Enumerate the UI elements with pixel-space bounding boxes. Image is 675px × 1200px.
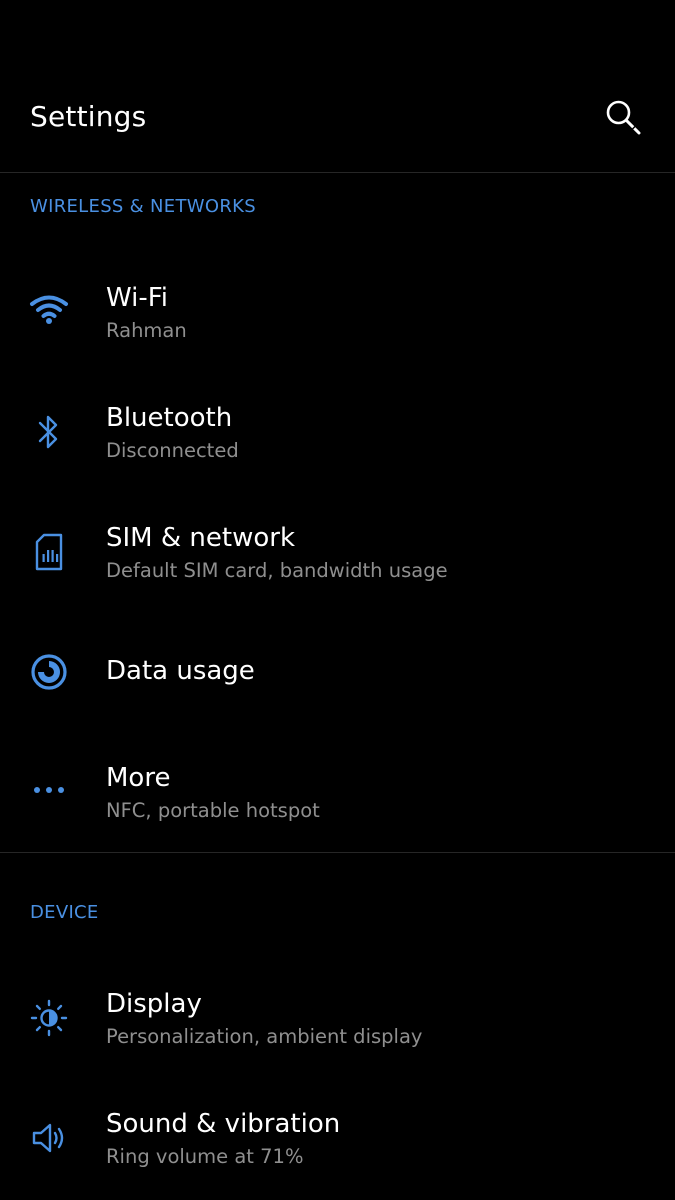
settings-item-title: Sound & vibration (106, 1109, 341, 1139)
volume-icon (26, 1115, 72, 1161)
settings-item-bluetooth[interactable]: Bluetooth Disconnected (0, 375, 675, 485)
settings-item-title: Display (106, 989, 202, 1019)
sim-card-icon (26, 529, 72, 575)
settings-item-title: Wi-Fi (106, 283, 169, 313)
wifi-icon (26, 287, 72, 333)
search-button[interactable] (596, 90, 652, 146)
settings-item-subtitle: Personalization, ambient display (106, 1025, 423, 1048)
data-usage-icon (26, 649, 72, 695)
settings-item-subtitle: Disconnected (106, 439, 239, 462)
brightness-icon (26, 995, 72, 1041)
settings-item-title: Data usage (106, 656, 255, 686)
page-title: Settings (30, 100, 147, 133)
app-bar: Settings (0, 0, 675, 173)
settings-item-display[interactable]: Display Personalization, ambient display (0, 961, 675, 1071)
settings-item-subtitle: Default SIM card, bandwidth usage (106, 559, 448, 582)
settings-item-sound-vibration[interactable]: Sound & vibration Ring volume at 71% (0, 1081, 675, 1191)
settings-item-subtitle: Ring volume at 71% (106, 1145, 304, 1168)
section-header-device: DEVICE (30, 902, 99, 923)
settings-item-subtitle: Rahman (106, 319, 187, 342)
settings-item-sim-network[interactable]: SIM & network Default SIM card, bandwidt… (0, 495, 675, 605)
settings-item-data-usage[interactable]: Data usage (0, 615, 675, 725)
more-dots-icon (26, 767, 72, 813)
section-header-wireless-networks: WIRELESS & NETWORKS (30, 196, 256, 217)
settings-item-title: More (106, 763, 171, 793)
bluetooth-icon (26, 409, 72, 455)
section-divider (0, 852, 675, 853)
settings-item-title: SIM & network (106, 523, 295, 553)
settings-item-wifi[interactable]: Wi-Fi Rahman (0, 255, 675, 365)
search-icon (604, 98, 644, 138)
settings-item-more[interactable]: More NFC, portable hotspot (0, 735, 675, 845)
settings-item-title: Bluetooth (106, 403, 233, 433)
settings-item-subtitle: NFC, portable hotspot (106, 799, 320, 822)
